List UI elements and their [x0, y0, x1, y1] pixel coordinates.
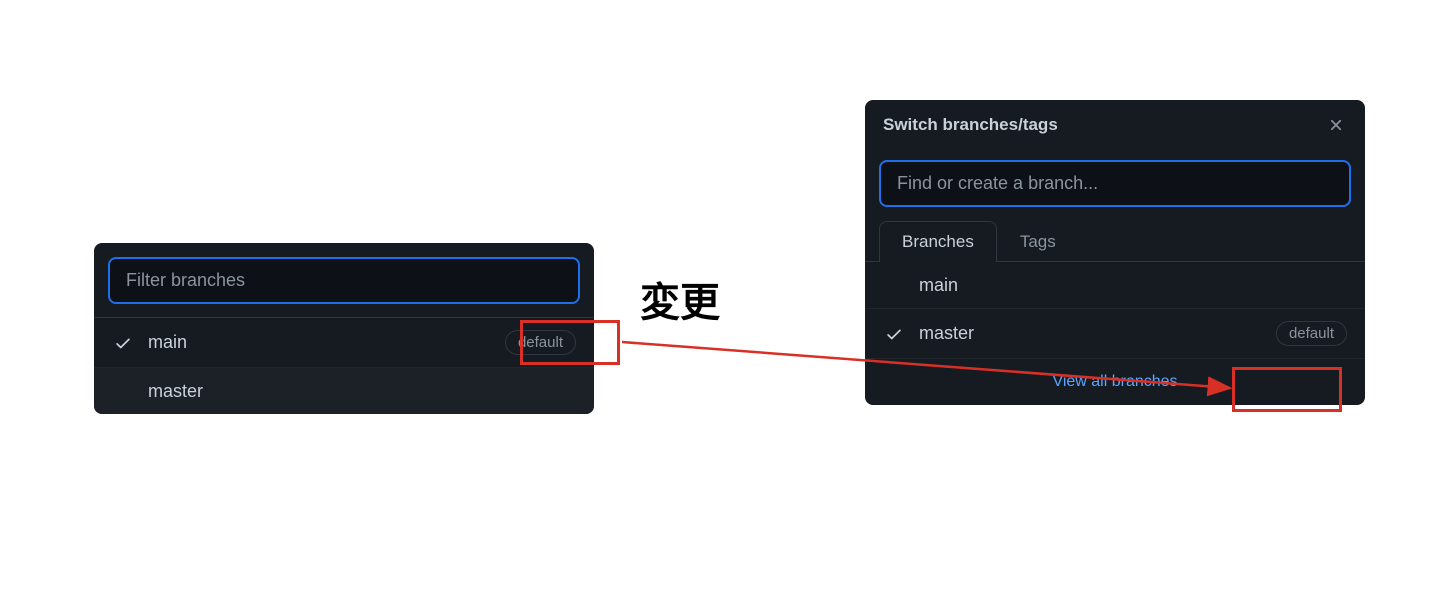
close-button[interactable] — [1325, 114, 1347, 136]
tab-branches[interactable]: Branches — [879, 221, 997, 262]
default-badge: default — [1276, 321, 1347, 346]
search-wrap — [865, 150, 1365, 221]
check-icon — [112, 332, 134, 354]
search-wrap — [94, 243, 594, 318]
branch-name: main — [919, 275, 958, 296]
branch-name: master — [919, 323, 974, 344]
branch-item-master[interactable]: master — [94, 368, 594, 414]
branch-name: main — [148, 332, 187, 353]
panel-header: Switch branches/tags — [865, 100, 1365, 150]
branch-item-master[interactable]: master default — [865, 309, 1365, 358]
branch-selector-panel-after: Switch branches/tags Branches Tags main … — [865, 100, 1365, 405]
check-spacer — [112, 380, 134, 402]
branch-name: master — [148, 381, 203, 402]
tabs: Branches Tags — [865, 221, 1365, 262]
annotation-label: 変更 — [640, 270, 720, 328]
filter-branches-input[interactable] — [108, 257, 580, 304]
branch-item-main[interactable]: main — [865, 262, 1365, 309]
default-badge: default — [505, 330, 576, 355]
tab-tags[interactable]: Tags — [997, 221, 1079, 262]
panel-title: Switch branches/tags — [883, 115, 1058, 135]
check-spacer — [883, 274, 905, 296]
find-create-branch-input[interactable] — [879, 160, 1351, 207]
check-icon — [883, 323, 905, 345]
branch-list: main default master — [94, 317, 594, 414]
branch-selector-panel-before: main default master — [94, 243, 594, 414]
branch-list: main master default — [865, 261, 1365, 358]
view-all-branches-link[interactable]: View all branches — [865, 358, 1365, 405]
branch-item-main[interactable]: main default — [94, 318, 594, 368]
